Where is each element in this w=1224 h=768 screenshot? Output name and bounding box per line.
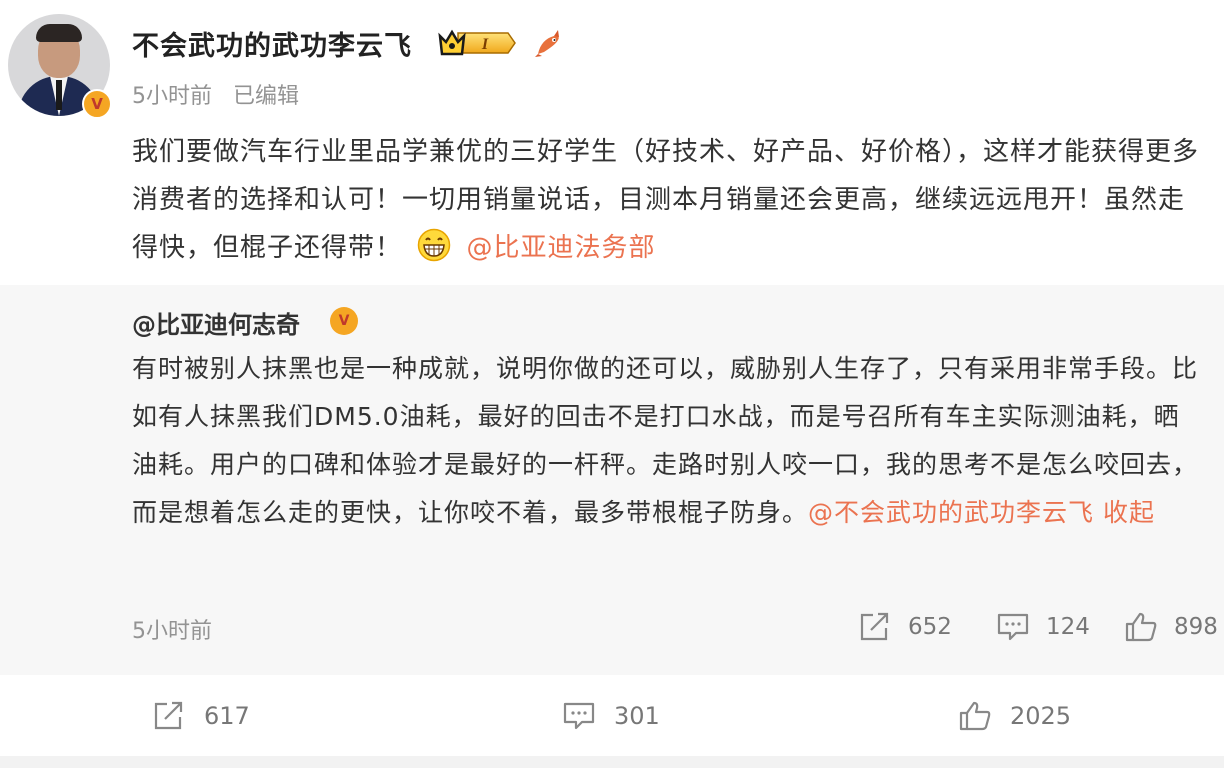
original-repost-button[interactable]: 652 bbox=[858, 611, 952, 643]
like-count: 2025 bbox=[1010, 702, 1072, 730]
post-time[interactable]: 5小时前 bbox=[132, 84, 212, 109]
original-comment-button[interactable]: 124 bbox=[996, 611, 1090, 643]
like-icon bbox=[959, 701, 991, 731]
original-author[interactable]: @比亚迪何志奇 bbox=[132, 305, 300, 340]
edited-label[interactable]: 已编辑 bbox=[233, 84, 299, 109]
post-meta: 5小时前 已编辑 bbox=[132, 78, 313, 110]
comment-icon bbox=[997, 613, 1029, 641]
reposted-card[interactable]: @比亚迪何志奇 V 有时被别人抹黑也是一种成就，说明你做的还可以，威胁别人生存了… bbox=[0, 285, 1224, 675]
post-text: 我们要做汽车行业里品学兼优的三好学生（好技术、好产品、好价格），这样才能获得更多… bbox=[132, 137, 1200, 263]
like-button[interactable]: 2025 bbox=[958, 700, 1071, 732]
comment-button[interactable]: 301 bbox=[562, 700, 660, 732]
like-icon bbox=[1125, 612, 1157, 642]
post-content: 我们要做汽车行业里品学兼优的三好学生（好技术、好产品、好价格），这样才能获得更多… bbox=[132, 128, 1202, 272]
repost-button[interactable]: 617 bbox=[152, 700, 250, 732]
original-like-button[interactable]: 898 bbox=[1124, 611, 1218, 643]
grin-emoji-icon bbox=[418, 228, 451, 262]
weibo-post: V 不会武功的武功李云飞 I 5小时前 已编辑 我们要做汽车行业里品学兼优的三好… bbox=[0, 0, 1224, 768]
original-comment-count: 124 bbox=[1046, 614, 1090, 640]
fish-icon[interactable] bbox=[534, 28, 562, 58]
original-text-block: 有时被别人抹黑也是一种成就，说明你做的还可以，威胁别人生存了，只有采用非常手段。… bbox=[132, 345, 1202, 537]
share-icon bbox=[860, 612, 889, 641]
post-actions: 617 301 2025 bbox=[0, 700, 1224, 740]
member-level: I bbox=[481, 36, 489, 53]
original-repost-count: 652 bbox=[908, 614, 952, 640]
divider bbox=[0, 756, 1224, 768]
share-icon bbox=[154, 701, 183, 730]
crown-level-icon[interactable]: I bbox=[438, 28, 516, 58]
mention-link[interactable]: @比亚迪法务部 bbox=[467, 233, 656, 263]
comment-icon bbox=[563, 702, 595, 730]
username[interactable]: 不会武功的武功李云飞 bbox=[132, 24, 412, 63]
verified-v-icon: V bbox=[330, 307, 358, 335]
original-time[interactable]: 5小时前 bbox=[132, 613, 212, 645]
original-like-count: 898 bbox=[1174, 614, 1218, 640]
mention-link[interactable]: @不会武功的武功李云飞 bbox=[808, 498, 1094, 527]
comment-count: 301 bbox=[614, 702, 660, 730]
collapse-link[interactable]: 收起 bbox=[1103, 498, 1155, 527]
repost-count: 617 bbox=[204, 702, 250, 730]
verified-v-icon: V bbox=[82, 89, 112, 119]
